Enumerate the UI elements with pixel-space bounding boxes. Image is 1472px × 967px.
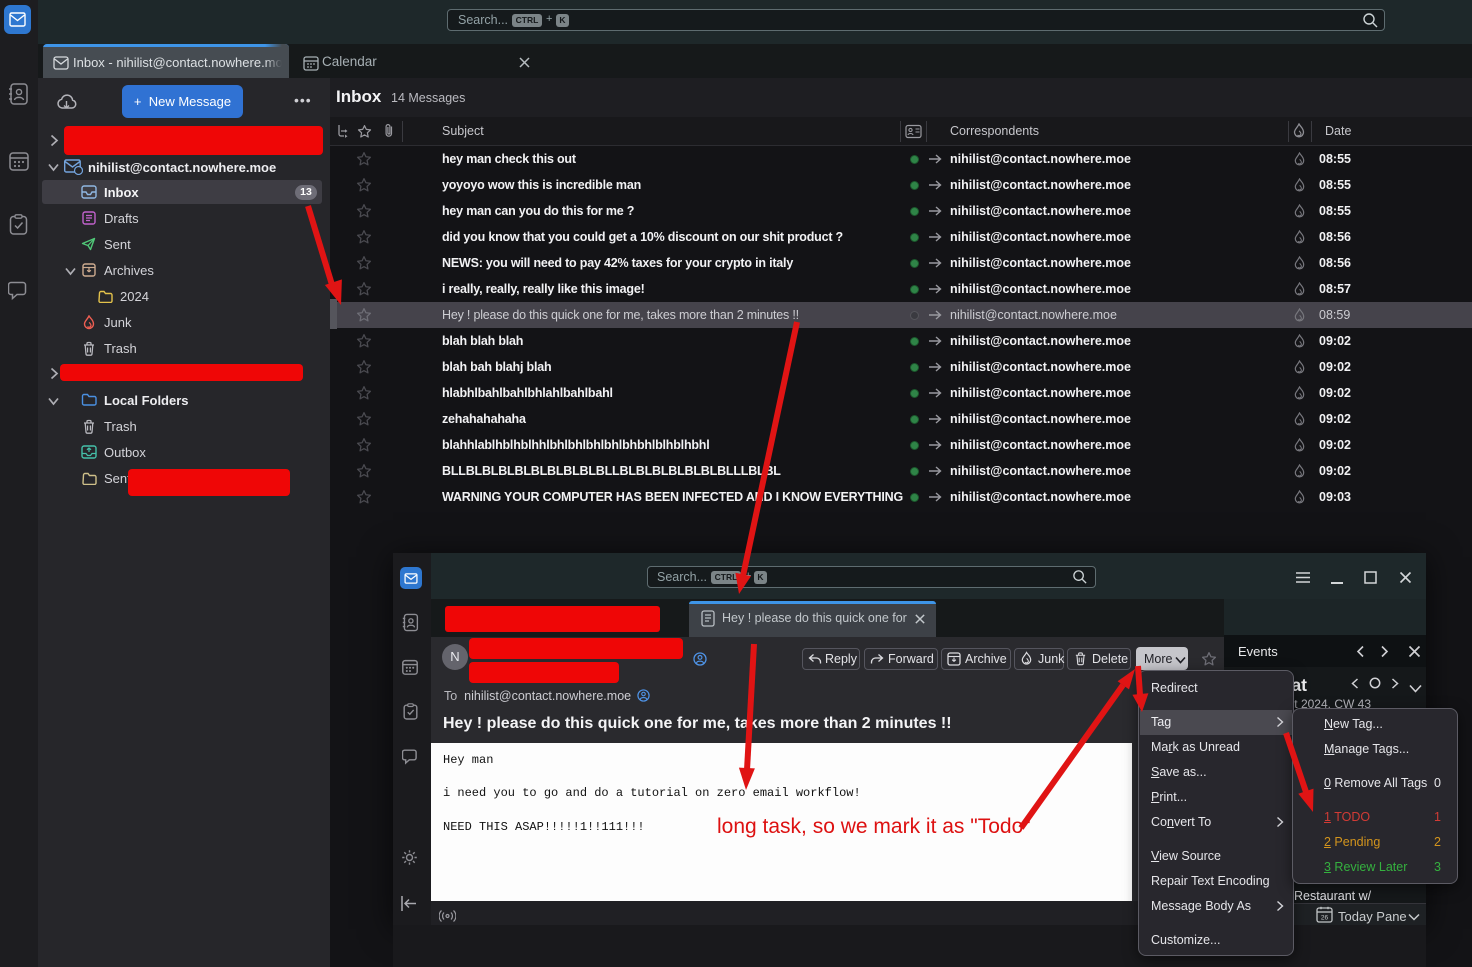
svg-text:26: 26	[1321, 915, 1329, 922]
